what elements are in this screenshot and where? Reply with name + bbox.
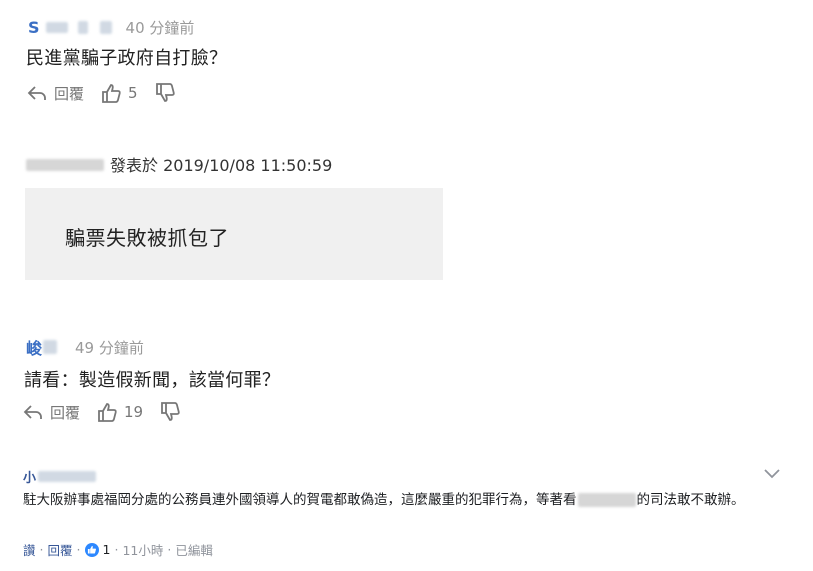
separator-dot: ·: [114, 542, 119, 557]
redacted-username: [45, 21, 68, 33]
comment4-reply-button[interactable]: 回覆: [48, 540, 73, 559]
chevron-down-icon[interactable]: [762, 466, 782, 480]
redacted-username: [99, 20, 112, 34]
comment1-reply-button[interactable]: 回覆: [26, 83, 84, 104]
like-count: 5: [128, 84, 138, 102]
comment2-text: 騙票失敗被抓包了: [65, 226, 229, 250]
comment3-dislike-button[interactable]: [159, 401, 181, 423]
comment3-actions: 回覆 19: [22, 401, 197, 423]
separator-dot: ·: [76, 542, 81, 557]
reaction-count[interactable]: 1: [103, 542, 111, 557]
redacted-username: [38, 471, 97, 482]
comment3-username[interactable]: 峻: [26, 335, 42, 359]
comment1-time: 40 分鐘前: [125, 18, 195, 37]
comment3-time: 49 分鐘前: [75, 338, 144, 357]
redacted-text: [577, 493, 636, 507]
comment3-reply-button[interactable]: 回覆: [22, 402, 80, 423]
reply-icon: [23, 405, 42, 419]
comment4-username[interactable]: 小: [23, 467, 36, 486]
comment3-like-button[interactable]: 19: [96, 401, 143, 423]
comment4-text: 駐大阪辦事處福岡分處的公務員連外國領導人的賀電都敢偽造，這麼嚴重的犯罪行為，等著…: [23, 491, 793, 510]
redacted-username: [43, 340, 58, 354]
comment4-meta: 讚 · 回覆 · 1 · 11小時 · 已編輯: [23, 540, 213, 559]
comment4-text-part1: 駐大阪辦事處福岡分處的公務員連外國領導人的賀電都敢偽造，這麼嚴重的犯罪行為，等著…: [23, 492, 577, 508]
separator-dot: ·: [39, 542, 44, 557]
reply-label: 回覆: [50, 403, 81, 422]
thumbs-up-icon: [98, 403, 117, 422]
comment1-text: 民進黨騙子政府自打臉？: [26, 48, 228, 69]
comment1-dislike-button[interactable]: [154, 82, 176, 104]
redacted-username: [26, 158, 104, 171]
thumbs-up-icon: [87, 545, 96, 554]
thumbs-down-icon: [161, 402, 180, 421]
redacted-username: [77, 20, 88, 34]
comment4-header: 小: [23, 467, 97, 486]
comment1-actions: 回覆 5: [26, 82, 192, 104]
comment4-like-button[interactable]: 讚: [23, 540, 36, 559]
comment2-header: 發表於 2019/10/08 11:50:59: [26, 152, 332, 176]
comment1-username[interactable]: S: [28, 18, 40, 37]
like-reaction-icon: [84, 542, 99, 557]
comment2-quote-box: 騙票失敗被抓包了: [25, 188, 443, 280]
comment3-text: 請看：製造假新聞，該當何罪？: [24, 370, 281, 391]
comment3-header: 峻 49 分鐘前: [26, 335, 144, 359]
comment2-username[interactable]: [26, 155, 104, 173]
thumbs-down-icon: [155, 83, 175, 102]
reply-label: 回覆: [54, 84, 85, 103]
comment1-like-button[interactable]: 5: [100, 82, 138, 104]
comment1-header: S 40 分鐘前: [28, 15, 194, 39]
separator-dot: ·: [167, 542, 172, 557]
comment4-text-part2: 的司法敢不敢辦。: [636, 492, 745, 508]
thumbs-up-icon: [102, 84, 121, 103]
like-count: 19: [124, 403, 144, 421]
comment4-age[interactable]: 11小時: [122, 540, 163, 559]
reply-icon: [27, 86, 46, 100]
comment4-edited[interactable]: 已編輯: [175, 540, 213, 559]
comment2-posted: 發表於 2019/10/08 11:50:59: [110, 156, 333, 175]
